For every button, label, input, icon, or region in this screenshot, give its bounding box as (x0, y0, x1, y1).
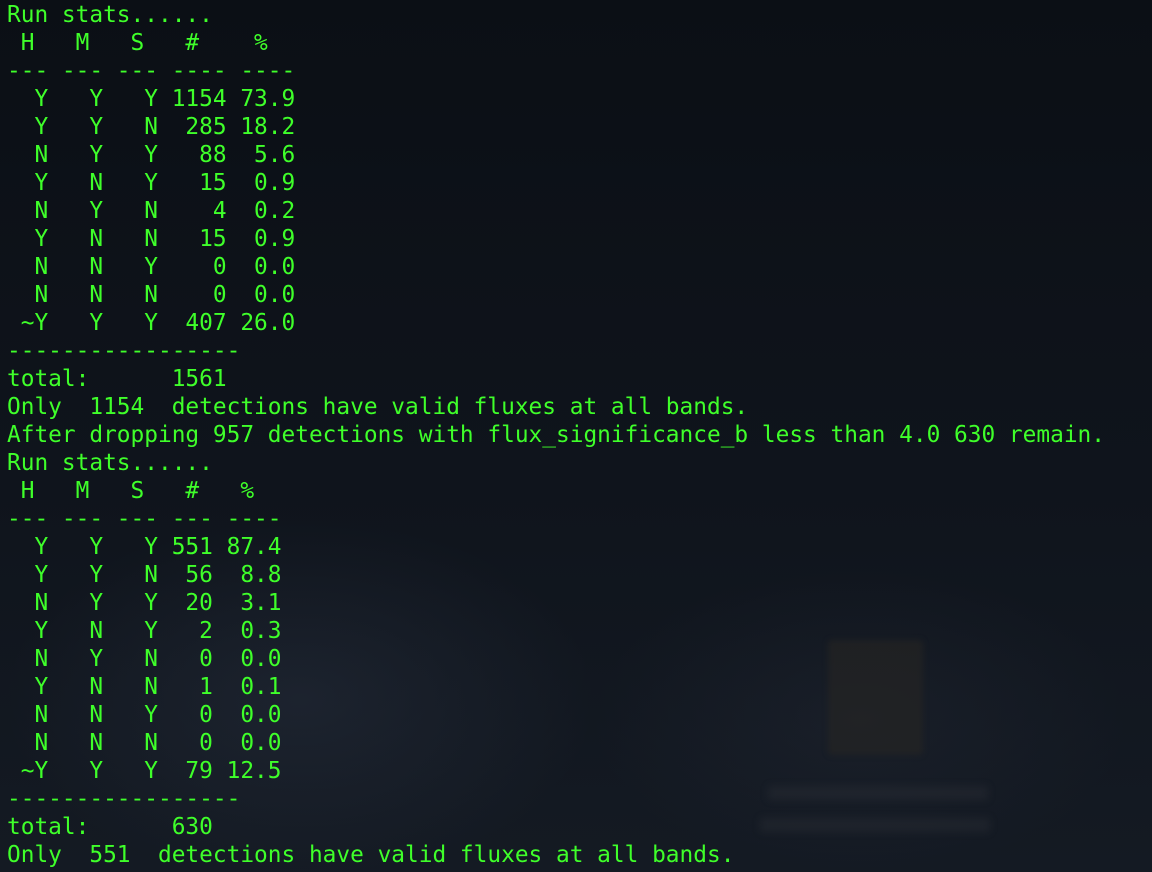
table-header: H M S # % (7, 30, 268, 56)
table-row: Y Y Y 551 87.4 (7, 534, 282, 560)
table-row: Y Y Y 1154 73.9 (7, 86, 296, 112)
table-row: N N Y 0 0.0 (7, 254, 296, 280)
table-row: N N Y 0 0.0 (7, 702, 282, 728)
table-row: Y Y N 56 8.8 (7, 562, 282, 588)
table-row: Y N N 1 0.1 (7, 674, 282, 700)
table-row: N Y Y 88 5.6 (7, 142, 296, 168)
table-row: Y N Y 2 0.3 (7, 618, 282, 644)
total-line: total: 630 (7, 814, 213, 840)
table-row: Y Y N 285 18.2 (7, 114, 296, 140)
table-row: N Y N 0 0.0 (7, 646, 282, 672)
table-header: H M S # % (7, 478, 255, 504)
table-row: N N N 0 0.0 (7, 282, 296, 308)
table-row: N Y N 4 0.2 (7, 198, 296, 224)
total-line: total: 1561 (7, 366, 227, 392)
table-separator: --- --- --- --- ---- (7, 506, 282, 532)
table-row: ~Y Y Y 79 12.5 (7, 758, 282, 784)
terminal-output[interactable]: Run stats...... H M S # % --- --- --- --… (7, 1, 1147, 869)
table-row: N Y Y 20 3.1 (7, 590, 282, 616)
terminal-line: After dropping 957 detections with flux_… (7, 422, 1105, 448)
terminal-line: Run stats...... (7, 2, 213, 28)
table-separator: --- --- --- ---- ---- (7, 58, 296, 84)
table-separator: ----------------- (7, 338, 241, 364)
table-separator: ----------------- (7, 786, 241, 812)
terminal-line: Only 551 detections have valid fluxes at… (7, 842, 735, 868)
terminal-line: Only 1154 detections have valid fluxes a… (7, 394, 749, 420)
table-row: N N N 0 0.0 (7, 730, 282, 756)
terminal-line: Run stats...... (7, 450, 213, 476)
table-row: Y N Y 15 0.9 (7, 170, 296, 196)
table-row: Y N N 15 0.9 (7, 226, 296, 252)
table-row: ~Y Y Y 407 26.0 (7, 310, 296, 336)
